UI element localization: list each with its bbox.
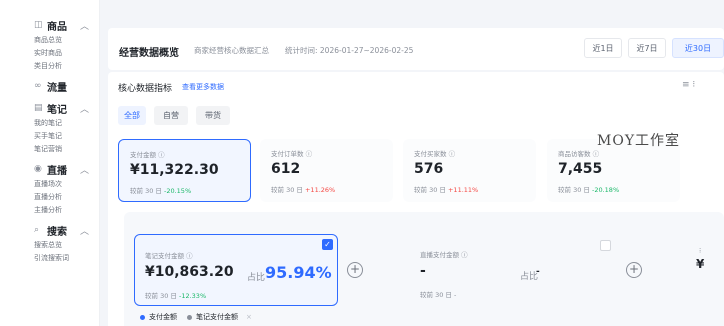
sidebar-section-title: 商品 <box>47 21 67 33</box>
sidebar-section-header-traffic[interactable]: ∞ 流量 <box>0 77 99 95</box>
business-overview-panel: 经营数据概览 商家经营核心数据汇总 统计时间: 2026-01-27~2026-… <box>108 28 724 70</box>
sidebar-item-live-analysis[interactable]: 直播分析 <box>0 191 99 204</box>
ratio-label: 占比 <box>247 273 266 283</box>
metric-label: 支付订单数 ⓘ <box>271 150 313 158</box>
metric-compare: 较前 30 日 +11.26% <box>271 186 336 194</box>
legend-item-note-payment[interactable]: 笔记支付金额 × <box>187 312 252 322</box>
metric-value: 612 <box>271 161 301 177</box>
add-metric-icon[interactable]: + <box>626 262 642 278</box>
chevron-up-icon[interactable]: ︿ <box>80 19 89 32</box>
section-title: 核心数据指标 <box>118 84 173 94</box>
legend-dot-icon <box>140 314 145 320</box>
page-subtitle: 商家经营核心数据汇总 <box>194 46 269 55</box>
metric-label: 商品访客数 ⓘ <box>558 150 600 158</box>
metric-compare: 较前 30 日 +11.11% <box>414 186 479 194</box>
sidebar-item-host-analysis[interactable]: 主播分析 <box>0 204 99 217</box>
watermark-text: MOY工作室 <box>597 133 681 149</box>
sidebar-item-live-sessions[interactable]: 直播场次 <box>0 178 99 191</box>
filter-tab-all[interactable]: 全部 <box>118 106 146 125</box>
legend-item-payment[interactable]: 支付金额 <box>140 312 177 322</box>
sidebar-item-buyer-notes[interactable]: 买手笔记 <box>0 130 99 143</box>
sidebar-item-my-notes[interactable]: 我的笔记 <box>0 117 99 130</box>
breakdown-compare: 较前 30 日 - <box>420 291 457 299</box>
legend-label: 笔记支付金额 <box>196 313 238 321</box>
breakdown-card-live-payment[interactable]: 直播支付金额 ⓘ - 占比 - 较前 30 日 - <box>410 234 614 306</box>
ratio-value: 95.94% <box>265 263 332 282</box>
sidebar-item-search-keywords[interactable]: 引流搜索词 <box>0 252 99 265</box>
metric-value: 7,455 <box>558 161 603 177</box>
sidebar-section-product: ◫ 商品 ︿ 商品总览 实时商品 类目分析 <box>0 16 99 73</box>
ratio-value: - <box>536 267 540 277</box>
metric-card-payment-amount[interactable]: 支付金额 ⓘ ¥11,322.30 较前 30 日 -20.15% <box>118 139 251 202</box>
breakdown-panel: ✓ 笔记支付金额 ⓘ ¥10,863.20 占比 95.94% 较前 30 日 … <box>124 212 724 326</box>
sidebar-section-search: ⌕ 搜索 ︿ 搜索总览 引流搜索词 <box>0 221 99 265</box>
sidebar-item-note-marketing[interactable]: 笔记营销 <box>0 143 99 156</box>
chevron-up-icon[interactable]: ︿ <box>80 224 89 237</box>
metric-compare: 较前 30 日 -20.15% <box>130 187 192 195</box>
breakdown-compare: 较前 30 日 -12.33% <box>145 292 207 300</box>
sidebar-section-title: 搜索 <box>47 226 67 238</box>
next-card-value-partial: ¥ <box>696 257 705 271</box>
date-tab-7d[interactable]: 近7日 <box>628 38 666 58</box>
stat-time-range: 统计时间: 2026-01-27~2026-02-25 <box>285 46 414 55</box>
metric-label: 支付买家数 ⓘ <box>414 150 456 158</box>
search-icon: ⌕ <box>34 225 40 235</box>
metric-card-payment-buyers[interactable]: 支付买家数 ⓘ 576 较前 30 日 +11.11% <box>403 139 536 202</box>
core-metrics-panel: 核心数据指标 查看更多数据 ≡ ⁝ 全部 自营 带货 ‹ 支付金额 ⓘ ¥11,… <box>108 72 724 326</box>
traffic-icon: ∞ <box>34 81 42 91</box>
sidebar-section-traffic: ∞ 流量 <box>0 77 99 95</box>
legend-dot-icon <box>187 314 192 320</box>
metric-label: 支付金额 ⓘ <box>130 151 165 159</box>
sidebar-section-header-search[interactable]: ⌕ 搜索 ︿ <box>0 221 99 239</box>
sidebar-section-note: ▤ 笔记 ︿ 我的笔记 买手笔记 笔记营销 <box>0 99 99 156</box>
chart-legend: 支付金额 笔记支付金额 × <box>140 310 252 324</box>
filter-tab-affiliate[interactable]: 带货 <box>196 106 230 125</box>
checkbox-empty-icon[interactable] <box>600 240 611 251</box>
settings-menu-icon[interactable]: ≡ ⁝ <box>682 80 695 90</box>
sidebar-nav: ◫ 商品 ︿ 商品总览 实时商品 类目分析 ∞ 流量 ▤ 笔记 ︿ 我的笔记 买… <box>0 0 100 326</box>
breakdown-value: - <box>420 263 426 279</box>
add-metric-icon[interactable]: + <box>347 262 363 278</box>
main-content: 经营数据概览 商家经营核心数据汇总 统计时间: 2026-01-27~2026-… <box>100 0 724 326</box>
sidebar-section-title: 笔记 <box>47 104 67 116</box>
product-icon: ◫ <box>34 20 43 30</box>
legend-label: 支付金额 <box>149 313 177 321</box>
page-title: 经营数据概览 <box>119 48 179 59</box>
next-card-info-icon: ⁝ <box>699 247 702 255</box>
sidebar-item-category-analysis[interactable]: 类目分析 <box>0 60 99 73</box>
chevron-up-icon[interactable]: ︿ <box>80 163 89 176</box>
sidebar-item-search-overview[interactable]: 搜索总览 <box>0 239 99 252</box>
note-icon: ▤ <box>34 103 43 113</box>
sidebar-section-header-note[interactable]: ▤ 笔记 ︿ <box>0 99 99 117</box>
view-more-data-link[interactable]: 查看更多数据 <box>182 82 224 92</box>
breakdown-value: ¥10,863.20 <box>145 264 234 280</box>
sidebar-item-realtime-product[interactable]: 实时商品 <box>0 47 99 60</box>
live-icon: ◉ <box>34 164 42 174</box>
sidebar-section-live: ◉ 直播 ︿ 直播场次 直播分析 主播分析 <box>0 160 99 217</box>
sidebar-item-product-overview[interactable]: 商品总览 <box>0 34 99 47</box>
top-bar <box>100 0 724 26</box>
filter-tab-self-operated[interactable]: 自营 <box>154 106 188 125</box>
breakdown-label: 笔记支付金额 ⓘ <box>145 252 193 260</box>
metric-value: 576 <box>414 161 444 177</box>
date-tab-30d[interactable]: 近30日 <box>672 38 724 58</box>
sidebar-section-title: 流量 <box>47 82 67 94</box>
chevron-up-icon[interactable]: ︿ <box>80 102 89 115</box>
metric-compare: 较前 30 日 -20.18% <box>558 186 620 194</box>
close-icon[interactable]: × <box>246 313 252 321</box>
sidebar-section-header-product[interactable]: ◫ 商品 ︿ <box>0 16 99 34</box>
sidebar-section-title: 直播 <box>47 165 67 177</box>
checkbox-checked-icon[interactable]: ✓ <box>322 239 333 250</box>
date-tab-1d[interactable]: 近1日 <box>584 38 622 58</box>
metric-card-payment-orders[interactable]: 支付订单数 ⓘ 612 较前 30 日 +11.26% <box>260 139 393 202</box>
sidebar-section-header-live[interactable]: ◉ 直播 ︿ <box>0 160 99 178</box>
breakdown-card-note-payment[interactable]: ✓ 笔记支付金额 ⓘ ¥10,863.20 占比 95.94% 较前 30 日 … <box>134 234 338 306</box>
metric-value: ¥11,322.30 <box>130 162 219 178</box>
breakdown-label: 直播支付金额 ⓘ <box>420 251 468 259</box>
